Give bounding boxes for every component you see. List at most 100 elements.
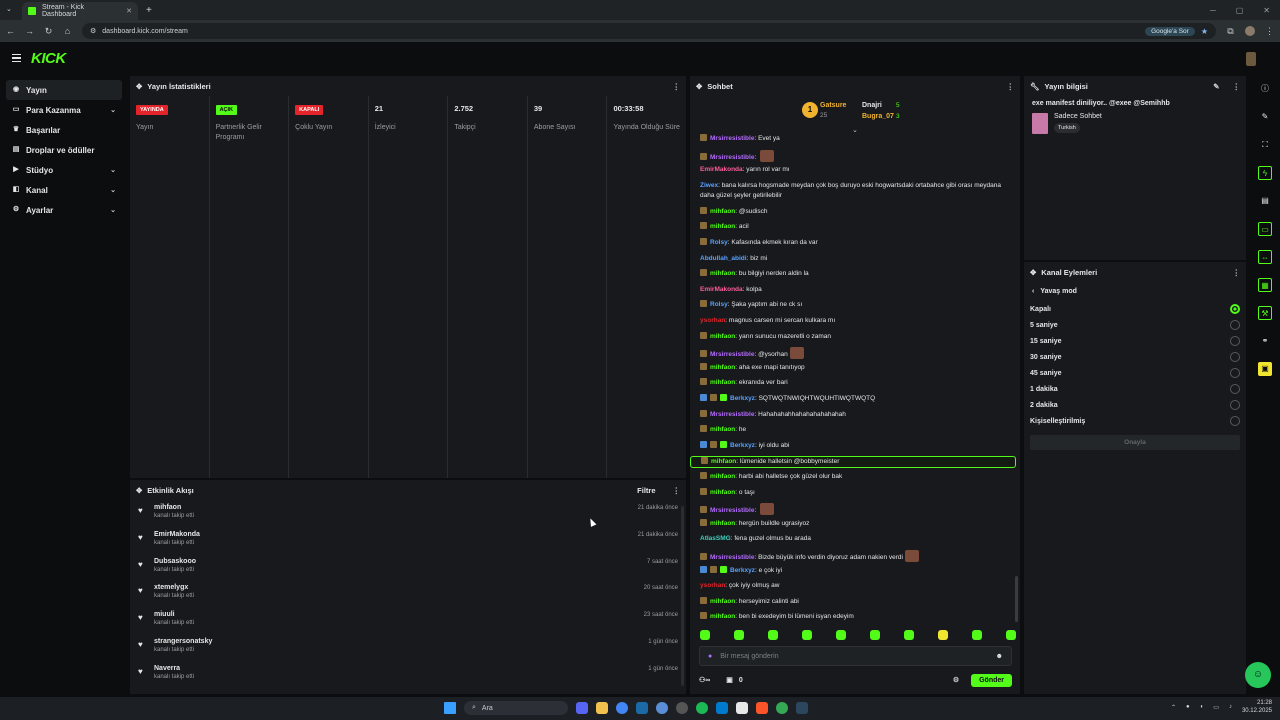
- chat-username[interactable]: Rolsy: [710, 301, 728, 308]
- points-icon[interactable]: ▣: [726, 676, 733, 684]
- sidebar-item-settings[interactable]: ⚙ Ayarlar ⌄: [6, 200, 122, 220]
- reload-icon[interactable]: ↻: [44, 26, 53, 37]
- activity-scrollbar[interactable]: [681, 506, 684, 686]
- chat-username[interactable]: mihfaon: [710, 473, 735, 480]
- url-field[interactable]: ⚙ dashboard.kick.com/stream Google'a Sor…: [82, 23, 1216, 39]
- chat-message[interactable]: AtlasSMG: fena guzel olmus bu arada: [690, 534, 1016, 544]
- more-options-icon[interactable]: ⋮: [673, 82, 681, 91]
- google-ask-button[interactable]: Google'a Sor: [1145, 26, 1195, 36]
- back-icon[interactable]: ←: [6, 26, 15, 36]
- activity-username[interactable]: mihfaon: [154, 504, 194, 511]
- chat-username[interactable]: EmirMakonda: [700, 286, 743, 293]
- chat-username[interactable]: Rolsy: [710, 239, 728, 246]
- edit-icon[interactable]: ✎: [1213, 82, 1219, 91]
- chat-message[interactable]: mihfaon: @sudisch: [690, 206, 1016, 217]
- clapper-icon[interactable]: ▣: [1258, 362, 1272, 376]
- chat-message[interactable]: mihfaon: ekranıda ver bari: [690, 378, 1016, 388]
- drag-handle-icon[interactable]: ✥: [696, 82, 702, 91]
- activity-username[interactable]: EmirMakonda: [154, 531, 200, 538]
- chat-message[interactable]: mihfaon: harbi abi halletse çok güzel ol…: [690, 472, 1016, 482]
- emoji-icon[interactable]: ☻: [996, 653, 1003, 660]
- home-icon[interactable]: ⌂: [63, 26, 72, 36]
- chat-username[interactable]: Mrsirresistible: [710, 507, 754, 514]
- crop-icon[interactable]: ⛶: [1258, 138, 1272, 152]
- chat-message[interactable]: Berkxyz: iyi oldu abi: [690, 440, 1016, 451]
- chat-username[interactable]: Mrsirresistible: [710, 554, 754, 561]
- chat-message[interactable]: mihfaon: ben bi exedeyim bi lümeni isyan…: [690, 612, 1016, 622]
- chat-message[interactable]: mihfaon: o taşı: [690, 487, 1016, 498]
- chat-username[interactable]: mihfaon: [710, 613, 735, 620]
- users-icon[interactable]: ⚇∞: [699, 676, 710, 684]
- resize-icon[interactable]: ⇔: [1258, 250, 1272, 264]
- chat-username[interactable]: mihfaon: [710, 598, 735, 605]
- site-info-icon[interactable]: ⚙: [90, 27, 96, 35]
- radio-button[interactable]: [1230, 416, 1240, 426]
- drag-handle-icon[interactable]: ✥: [136, 486, 142, 495]
- activity-username[interactable]: miuuli: [154, 611, 194, 618]
- chat-username[interactable]: Berkxyz: [730, 395, 755, 402]
- emote-icon[interactable]: [734, 630, 744, 640]
- file-explorer-icon[interactable]: [596, 702, 608, 714]
- radio-button[interactable]: [1230, 336, 1240, 346]
- vscode-icon[interactable]: [716, 702, 728, 714]
- chat-message[interactable]: Mrsirresistible:: [690, 503, 1016, 516]
- chat-username[interactable]: mihfaon: [710, 223, 735, 230]
- chat-username[interactable]: mihfaon: [710, 333, 735, 340]
- browser-menu-icon[interactable]: ⋮: [1265, 26, 1274, 37]
- chat-settings-icon[interactable]: ⚙: [953, 676, 959, 684]
- send-button[interactable]: Gönder: [971, 673, 1012, 687]
- slow-mode-option[interactable]: 2 dakika: [1024, 397, 1246, 413]
- emote-icon[interactable]: [700, 630, 710, 640]
- radio-button[interactable]: [1230, 320, 1240, 330]
- mic-icon[interactable]: ●: [1186, 704, 1190, 710]
- chat-username[interactable]: Berkxyz: [730, 567, 755, 574]
- chat-username[interactable]: Ziwex: [700, 182, 718, 189]
- chat-username[interactable]: Mrsirresistible: [710, 154, 754, 161]
- slow-mode-option[interactable]: 15 saniye: [1024, 333, 1246, 349]
- drag-handle-icon[interactable]: ✥: [136, 82, 142, 91]
- slow-mode-option[interactable]: Kişiselleştirilmiş: [1024, 413, 1246, 429]
- slow-mode-option[interactable]: 1 dakika: [1024, 381, 1246, 397]
- chat-username[interactable]: Mrsirresistible: [710, 411, 754, 418]
- mic-icon[interactable]: ●: [708, 653, 712, 660]
- app-icon[interactable]: [656, 702, 668, 714]
- emote-icon[interactable]: [904, 630, 914, 640]
- github-icon[interactable]: [676, 702, 688, 714]
- chevron-down-icon[interactable]: ⌄: [852, 126, 858, 134]
- info-icon[interactable]: ⓘ: [1258, 82, 1272, 96]
- chat-username[interactable]: mihfaon: [710, 489, 735, 496]
- sidebar-item-achievements[interactable]: ♛ Başarılar: [6, 120, 122, 140]
- user-avatar[interactable]: [1246, 52, 1256, 66]
- sidebar-item-yayin[interactable]: ◉ Yayın: [6, 80, 122, 100]
- sidebar-item-monetization[interactable]: ▭ Para Kazanma ⌄: [6, 100, 122, 120]
- speaker-icon[interactable]: ◖: [1200, 704, 1204, 710]
- emote-icon[interactable]: [938, 630, 948, 640]
- chat-message[interactable]: Mrsirresistible: @ysorhan: [690, 347, 1016, 360]
- steam-icon[interactable]: [636, 702, 648, 714]
- chat-username[interactable]: Mrsirresistible: [710, 351, 754, 358]
- steam-icon[interactable]: [796, 702, 808, 714]
- chat-username[interactable]: Mrsirresistible: [710, 135, 754, 142]
- chat-username[interactable]: mihfaon: [711, 458, 736, 465]
- chat-message[interactable]: Rolsy: Kafasında ekmek kıran da var: [690, 238, 1016, 248]
- minimize-icon[interactable]: ─: [1210, 6, 1216, 15]
- chat-username[interactable]: AtlasSMG: [700, 535, 731, 542]
- chat-message[interactable]: mihfaon: herseyimiz calinti abi: [690, 596, 1016, 607]
- apply-button[interactable]: Onayla: [1030, 435, 1240, 450]
- activity-username[interactable]: xtemelygx: [154, 584, 194, 591]
- chat-message[interactable]: mihfaon: hergün buildle ugrasiyoz: [690, 518, 1016, 529]
- chat-message[interactable]: Ziwex: bana kalırsa hogsmade meydan çok …: [690, 181, 1016, 201]
- emote-icon[interactable]: [802, 630, 812, 640]
- slow-mode-option[interactable]: Kapalı: [1024, 301, 1246, 317]
- profile-avatar[interactable]: [1245, 26, 1255, 36]
- filter-button[interactable]: Filtre: [637, 486, 655, 495]
- hamburger-menu-icon[interactable]: [12, 53, 21, 63]
- chat-message[interactable]: ysorhan: magnus carsen mi sercan kulkara…: [690, 316, 1016, 326]
- extensions-icon[interactable]: ⧉: [1226, 26, 1235, 37]
- discord-icon[interactable]: [576, 702, 588, 714]
- spotify-icon[interactable]: [696, 702, 708, 714]
- more-options-icon[interactable]: ⋮: [1007, 82, 1015, 91]
- radio-button[interactable]: [1230, 352, 1240, 362]
- chat-message[interactable]: mihfaon: aha exe mapi tanıtıyop: [690, 362, 1016, 373]
- emote-icon[interactable]: [870, 630, 880, 640]
